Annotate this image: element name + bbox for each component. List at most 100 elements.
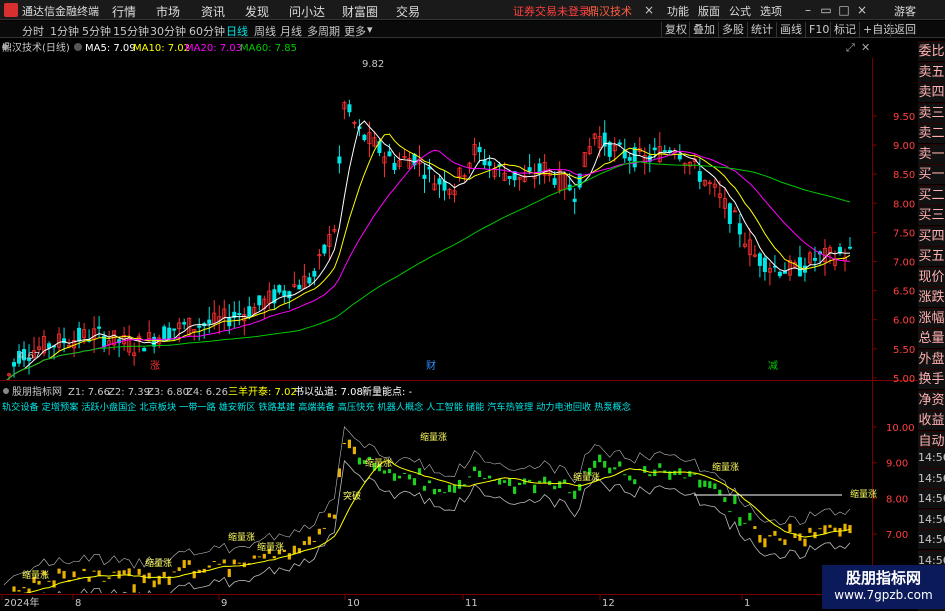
indicator-bar bbox=[237, 562, 241, 564]
indicator-bar bbox=[738, 517, 742, 526]
menu-xuanxiang[interactable]: 选项 bbox=[760, 3, 782, 19]
menu-faxian[interactable]: 发现 bbox=[245, 3, 269, 20]
menu-jiaoyi[interactable]: 交易 bbox=[396, 3, 420, 20]
chevron-down-icon[interactable]: ▾ bbox=[367, 23, 373, 36]
side-tab[interactable]: 买二 bbox=[918, 184, 945, 205]
period-15min[interactable]: 15分钟 bbox=[113, 23, 149, 39]
x-tick-label: 1 bbox=[744, 598, 750, 609]
indicator-bar bbox=[347, 439, 352, 449]
indicator-bar bbox=[783, 539, 787, 545]
close-window-icon[interactable]: × bbox=[854, 2, 870, 18]
indicator-bar bbox=[818, 528, 822, 530]
indicator-bar bbox=[763, 538, 767, 548]
menu-gongshi[interactable]: 公式 bbox=[729, 3, 751, 19]
side-tab[interactable]: 买三 bbox=[918, 205, 945, 225]
indicator-bar bbox=[518, 482, 522, 486]
tool-fuquan[interactable]: 复权 bbox=[661, 22, 690, 37]
indicator-series bbox=[3, 426, 852, 593]
side-time: 14:56 bbox=[918, 529, 945, 549]
side-tab[interactable]: 收益 bbox=[918, 410, 945, 430]
marker-zhang[interactable]: 涨 bbox=[150, 360, 160, 372]
side-tab[interactable]: 委比 bbox=[918, 41, 945, 61]
indicator-menu-icon[interactable] bbox=[3, 388, 9, 394]
menu-wenxiaoda[interactable]: 问小达 bbox=[289, 3, 325, 20]
period-multi[interactable]: 多周期 bbox=[307, 23, 340, 39]
side-tab[interactable]: 卖一 bbox=[918, 143, 945, 164]
menu-hangqing[interactable]: 行情 bbox=[112, 3, 136, 20]
indicator-bar bbox=[758, 534, 762, 543]
tool-biaoji[interactable]: 标记 bbox=[830, 22, 859, 37]
period-5min[interactable]: 5分钟 bbox=[82, 23, 111, 39]
z2-label: Z2: 7.39 bbox=[108, 387, 150, 398]
side-tab[interactable]: 总量 bbox=[918, 328, 945, 348]
candle-body bbox=[487, 161, 492, 166]
indicator-bar bbox=[633, 479, 637, 485]
indicator-label: 缩量涨 bbox=[365, 457, 392, 469]
menu-caifuquan[interactable]: 财富圈 bbox=[342, 3, 378, 20]
tool-back[interactable]: 返回 bbox=[890, 22, 919, 37]
indicator-bar bbox=[302, 540, 306, 546]
side-tab[interactable]: 换手 bbox=[918, 369, 945, 389]
tool-diejia[interactable]: 叠加 bbox=[689, 22, 718, 37]
login-warning[interactable]: 证券交易未登录 bbox=[513, 3, 590, 19]
indicator-bar bbox=[182, 559, 186, 569]
side-tab[interactable]: 涨跌 bbox=[918, 287, 945, 307]
indicator-bar bbox=[217, 563, 221, 565]
side-tab[interactable]: 买一 bbox=[918, 164, 945, 184]
period-monthly[interactable]: 月线 bbox=[280, 23, 302, 39]
period-60min[interactable]: 60分钟 bbox=[189, 23, 225, 39]
period-more[interactable]: 更多 bbox=[344, 23, 366, 39]
tool-duogu[interactable]: 多股 bbox=[718, 22, 747, 37]
close-tab-icon[interactable]: × bbox=[641, 2, 657, 18]
expand-icon[interactable]: ⤢ bbox=[846, 41, 855, 54]
settings-icon[interactable] bbox=[74, 43, 82, 51]
candle-body bbox=[287, 291, 292, 299]
indicator-bar bbox=[257, 556, 261, 558]
menu-shichang[interactable]: 市场 bbox=[156, 3, 180, 20]
indicator-bar bbox=[87, 577, 91, 582]
side-tab[interactable]: 买四 bbox=[918, 225, 945, 246]
tool-tongji[interactable]: 统计 bbox=[747, 22, 776, 37]
candle-body bbox=[662, 150, 667, 152]
side-tab[interactable]: 卖五 bbox=[918, 61, 945, 82]
side-tab[interactable]: 涨幅 bbox=[918, 307, 945, 328]
menu-gongneng[interactable]: 功能 bbox=[667, 3, 689, 19]
period-30min[interactable]: 30分钟 bbox=[150, 23, 186, 39]
xinliang-label: 新量能点: - bbox=[362, 385, 413, 398]
minimize-icon[interactable]: – bbox=[800, 2, 816, 18]
indicator-bar bbox=[472, 466, 477, 472]
close-panel-icon[interactable]: ✕ bbox=[861, 41, 870, 54]
indicator-bar bbox=[177, 567, 181, 571]
side-tab[interactable]: 卖二 bbox=[918, 123, 945, 143]
period-fenshi[interactable]: 分时 bbox=[22, 23, 44, 39]
maximize-icon[interactable]: □ bbox=[836, 2, 852, 18]
menu-banmian[interactable]: 版面 bbox=[698, 3, 720, 19]
period-1min[interactable]: 1分钟 bbox=[50, 23, 79, 39]
marker-jian[interactable]: 减 bbox=[768, 360, 778, 372]
indicator-bar bbox=[442, 492, 447, 494]
side-tab[interactable]: 卖三 bbox=[918, 102, 945, 123]
menu-zixun[interactable]: 资讯 bbox=[201, 3, 225, 20]
side-tab[interactable]: 现价 bbox=[918, 266, 945, 287]
candle-body bbox=[307, 277, 312, 284]
period-weekly[interactable]: 周线 bbox=[254, 23, 276, 39]
tool-huaxian[interactable]: 画线 bbox=[776, 22, 805, 37]
indicator-bar bbox=[513, 486, 517, 494]
candle-body bbox=[527, 167, 532, 172]
restore-icon[interactable]: ▭ bbox=[818, 2, 834, 18]
indicator-sanyang-line bbox=[23, 460, 851, 593]
kline-chart[interactable]: 鼎汉技术(日线) MA5: 7.09 MA10: 7.02 MA20: 7.03… bbox=[0, 38, 945, 609]
side-tab[interactable]: 外盘 bbox=[918, 348, 945, 369]
side-tab[interactable]: 净资 bbox=[918, 389, 945, 410]
indicator-label: 缩量涨 bbox=[420, 431, 447, 443]
marker-cai[interactable]: 财 bbox=[426, 359, 436, 372]
indicator-bar bbox=[728, 511, 732, 513]
tool-f10[interactable]: F10 bbox=[805, 22, 832, 37]
candle-body bbox=[552, 178, 557, 185]
side-tab[interactable]: 卖四 bbox=[918, 82, 945, 102]
indicator-bar bbox=[743, 522, 747, 524]
side-tab[interactable]: 买五 bbox=[918, 246, 945, 266]
period-daily[interactable]: 日线 bbox=[226, 23, 248, 39]
candle-body bbox=[777, 271, 782, 277]
guest-login[interactable]: 游客 bbox=[894, 3, 916, 19]
